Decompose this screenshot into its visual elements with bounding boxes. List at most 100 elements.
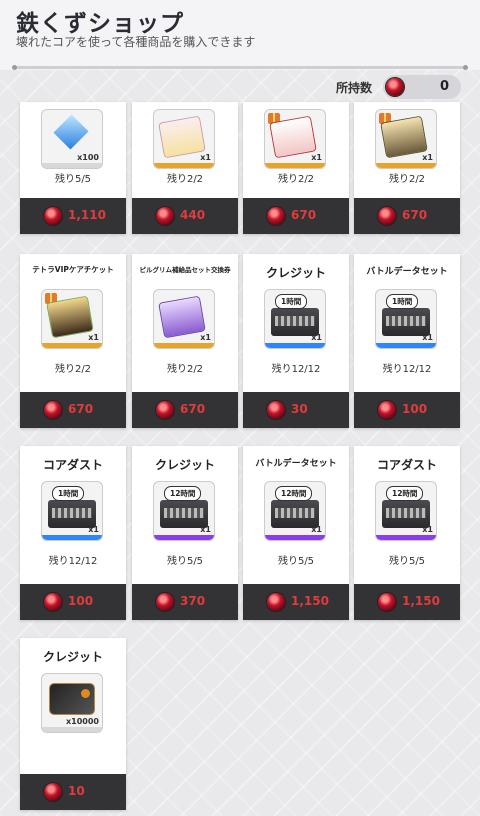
item-qty: x1 bbox=[422, 153, 433, 162]
core-gem-icon bbox=[44, 593, 62, 611]
header-divider bbox=[12, 65, 468, 70]
price-bar: 370 bbox=[132, 584, 238, 620]
item-price: 10 bbox=[68, 784, 85, 798]
item-stock: 残り2/2 bbox=[388, 174, 426, 185]
core-gem-icon bbox=[378, 401, 396, 419]
price-bar: 1,150 bbox=[243, 584, 349, 620]
item-price: 100 bbox=[402, 402, 428, 416]
page-subtitle: 壊れたコアを使って各種商品を購入できます bbox=[16, 35, 256, 49]
core-gem-icon bbox=[267, 207, 285, 225]
core-gem-icon bbox=[44, 207, 62, 225]
price-bar: 670 bbox=[354, 198, 460, 234]
item-thumbnail: 1時間 x1 bbox=[265, 290, 325, 348]
time-badge: 12時間 bbox=[164, 486, 202, 501]
core-gem-icon bbox=[378, 593, 396, 611]
item-price: 1,150 bbox=[291, 594, 329, 608]
item-name: テトラVIPケアチケット bbox=[32, 265, 114, 274]
item-qty: x1 bbox=[311, 153, 322, 162]
shop-item-2[interactable]: x1 残り2/2 440 bbox=[132, 102, 238, 234]
item-price: 1,150 bbox=[402, 594, 440, 608]
shop-header: 鉄くずショップ 壊れたコアを使って各種商品を購入できます bbox=[0, 0, 480, 70]
item-qty: x1 bbox=[311, 333, 322, 342]
shop-item-11[interactable]: バトルデータセット 12時間 x1 残り5/5 1,150 bbox=[243, 446, 349, 620]
time-badge: 1時間 bbox=[386, 294, 419, 309]
shop-item-8[interactable]: バトルデータセット 1時間 x1 残り12/12 100 bbox=[354, 254, 460, 428]
shop-item-7[interactable]: クレジット 1時間 x1 残り12/12 30 bbox=[243, 254, 349, 428]
item-stock: 残り5/5 bbox=[54, 174, 92, 185]
item-thumbnail: x1 bbox=[376, 110, 436, 168]
item-thumbnail: x100 bbox=[42, 110, 102, 168]
credit-crate-icon bbox=[160, 500, 208, 528]
time-badge: 1時間 bbox=[275, 294, 308, 309]
item-thumbnail: 1時間 x1 bbox=[376, 290, 436, 348]
item-qty: x1 bbox=[422, 525, 433, 534]
item-name: ピルグリム補給品セット交換券 bbox=[139, 266, 231, 274]
item-qty: x100 bbox=[77, 153, 99, 162]
price-bar: 440 bbox=[132, 198, 238, 234]
price-bar: 670 bbox=[20, 392, 126, 428]
item-stock: 残り5/5 bbox=[166, 556, 204, 567]
item-thumbnail: x1 bbox=[265, 110, 325, 168]
shop-item-9[interactable]: コアダスト 1時間 x1 残り12/12 100 bbox=[20, 446, 126, 620]
item-thumbnail: x1 bbox=[154, 290, 214, 348]
item-name: バトルデータセット bbox=[366, 267, 448, 277]
core-dust-crate-icon bbox=[48, 500, 96, 528]
price-bar: 100 bbox=[20, 584, 126, 620]
vip-ticket-icon bbox=[47, 296, 93, 338]
price-bar: 670 bbox=[243, 198, 349, 234]
crystal-icon bbox=[53, 114, 89, 150]
item-stock: 残り2/2 bbox=[54, 364, 92, 375]
item-price: 440 bbox=[180, 208, 206, 222]
shop-item-10[interactable]: クレジット 12時間 x1 残り5/5 370 bbox=[132, 446, 238, 620]
battle-data-crate-icon bbox=[271, 500, 319, 528]
item-stock: 残り12/12 bbox=[271, 364, 321, 375]
item-price: 670 bbox=[68, 402, 94, 416]
price-bar: 100 bbox=[354, 392, 460, 428]
item-stock: 残り2/2 bbox=[277, 174, 315, 185]
credit-crate-icon bbox=[271, 308, 319, 336]
price-bar: 1,150 bbox=[354, 584, 460, 620]
item-name: クレジット bbox=[265, 266, 326, 280]
exchange-ticket-icon bbox=[159, 296, 205, 338]
item-qty: x1 bbox=[200, 153, 211, 162]
price-bar: 670 bbox=[132, 392, 238, 428]
item-stock: 残り2/2 bbox=[166, 364, 204, 375]
price-bar: 1,110 bbox=[20, 198, 126, 234]
item-price: 370 bbox=[180, 594, 206, 608]
shop-item-6[interactable]: ピルグリム補給品セット交換券 x1 残り2/2 670 bbox=[132, 254, 238, 428]
item-stock: 残り12/12 bbox=[48, 556, 98, 567]
credit-card-icon bbox=[50, 684, 94, 714]
shop-item-12[interactable]: コアダスト 12時間 x1 残り5/5 1,150 bbox=[354, 446, 460, 620]
time-badge: 12時間 bbox=[275, 486, 313, 501]
item-name: クレジット bbox=[42, 650, 103, 664]
core-gem-icon bbox=[378, 207, 396, 225]
ticket-icon bbox=[270, 116, 316, 158]
shop-item-4[interactable]: x1 残り2/2 670 bbox=[354, 102, 460, 234]
price-bar: 30 bbox=[243, 392, 349, 428]
item-thumbnail: 1時間 x1 bbox=[42, 482, 102, 540]
item-stock: 残り5/5 bbox=[277, 556, 315, 567]
item-thumbnail: 12時間 x1 bbox=[265, 482, 325, 540]
owned-label: 所持数 bbox=[336, 81, 373, 95]
core-gem-icon bbox=[267, 593, 285, 611]
item-stock: 残り2/2 bbox=[166, 174, 204, 185]
shop-item-3[interactable]: x1 残り2/2 670 bbox=[243, 102, 349, 234]
time-badge: 12時間 bbox=[386, 486, 424, 501]
item-price: 670 bbox=[402, 208, 428, 222]
item-qty: x1 bbox=[311, 525, 322, 534]
item-price: 100 bbox=[68, 594, 94, 608]
item-qty: x1 bbox=[88, 333, 99, 342]
shop-item-13[interactable]: クレジット x10000 10 bbox=[20, 638, 126, 810]
shop-item-1[interactable]: x100 残り5/5 1,110 bbox=[20, 102, 126, 234]
item-name: コアダスト bbox=[42, 458, 103, 472]
item-qty: x1 bbox=[200, 333, 211, 342]
item-stock: 残り12/12 bbox=[382, 364, 432, 375]
item-qty: x10000 bbox=[66, 717, 99, 726]
price-bar: 10 bbox=[20, 774, 126, 810]
item-thumbnail: 12時間 x1 bbox=[376, 482, 436, 540]
core-gem-icon bbox=[44, 401, 62, 419]
item-name: コアダスト bbox=[376, 458, 437, 472]
item-price: 670 bbox=[291, 208, 317, 222]
shop-item-5[interactable]: テトラVIPケアチケット x1 残り2/2 670 bbox=[20, 254, 126, 428]
item-price: 1,110 bbox=[68, 208, 106, 222]
